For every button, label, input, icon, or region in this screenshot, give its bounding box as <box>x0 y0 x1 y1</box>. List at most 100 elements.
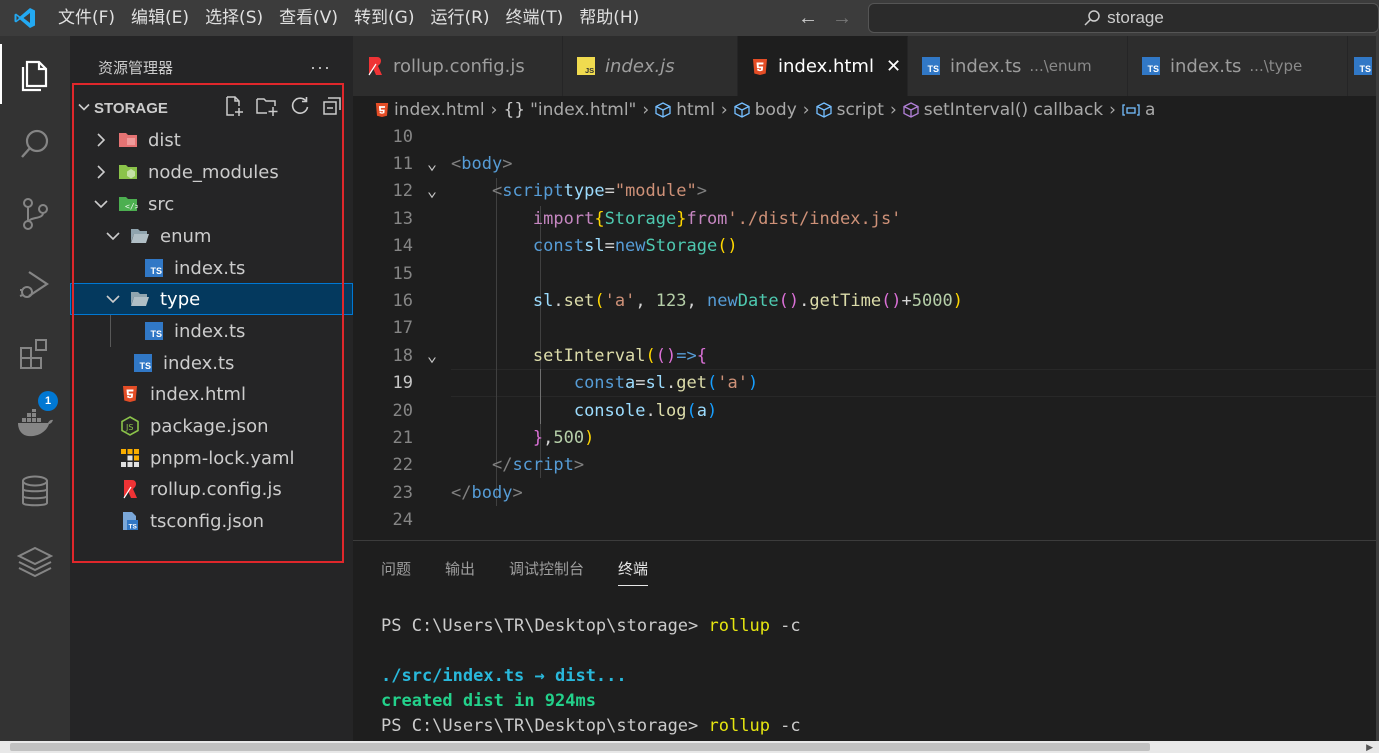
code-line: 20 console. log(a) <box>392 400 718 421</box>
menu-run[interactable]: 运行(R) <box>422 0 497 36</box>
tab-terminal[interactable]: 终端 <box>618 558 649 586</box>
menu-file[interactable]: 文件(F) <box>50 0 123 36</box>
title-bar: 文件(F) 编辑(E) 选择(S) 查看(V) 转到(G) 运行(R) 终端(T… <box>0 0 1379 36</box>
terminal-line: PS C:\Users\TR\Desktop\storage> rollup -… <box>381 716 801 736</box>
rollup-file-icon <box>367 56 383 76</box>
code-line: 10 <box>392 126 413 147</box>
html-file-icon <box>752 58 768 76</box>
breadcrumb-item[interactable]: html <box>676 100 715 120</box>
tab-label: rollup.config.js <box>393 55 525 77</box>
panel-tabs: 问题 输出 调试控制台 终端 <box>353 541 1379 595</box>
tab-index-js[interactable]: JS index.js <box>563 36 738 96</box>
command-center-search[interactable]: storage <box>868 3 1379 33</box>
forward-arrow-icon[interactable]: → <box>832 7 852 30</box>
chevron-right-icon: › <box>802 99 810 120</box>
tab-problems[interactable]: 问题 <box>381 558 411 579</box>
command-center-text: storage <box>1107 8 1164 27</box>
chevron-right-icon: › <box>720 99 728 120</box>
source-control-icon[interactable] <box>0 184 70 244</box>
code-line: 16 sl. set('a', 123, new Date(). getTime()… <box>392 291 963 312</box>
scroll-right-arrow-icon[interactable]: ▶ <box>1366 742 1373 753</box>
tab-output[interactable]: 输出 <box>445 558 475 579</box>
code-line: 11 ⌄ < body > <box>392 154 513 175</box>
element-cube-icon <box>655 101 671 118</box>
method-cube-icon <box>903 101 919 118</box>
menu-help[interactable]: 帮助(H) <box>571 0 647 36</box>
bottom-panel: 问题 输出 调试控制台 终端 PS C:\Users\TR\Desktop\st… <box>353 540 1379 741</box>
horizontal-scrollbar[interactable]: ▶ <box>0 741 1379 753</box>
code-line: 13 import { Storage } from './dist/index… <box>392 208 902 229</box>
search-icon <box>1084 10 1100 26</box>
code-line: 14 const sl = new Storage() <box>392 236 738 257</box>
breadcrumb-item[interactable]: script <box>837 100 884 120</box>
tab-label: index.ts <box>1170 55 1242 77</box>
breadcrumb: index.html › {} "index.html" › html › bo… <box>353 96 1379 123</box>
menu-go[interactable]: 转到(G) <box>346 0 422 36</box>
vscode-logo-icon <box>0 0 50 36</box>
editor-tabs: rollup.config.js JS index.js index.html … <box>353 36 1379 96</box>
tab-index-html[interactable]: index.html ✕ <box>738 36 908 96</box>
extensions-icon[interactable] <box>0 324 70 384</box>
explorer-icon[interactable] <box>0 44 70 104</box>
activity-bar: 1 <box>0 36 70 741</box>
code-line: 17 <box>392 318 413 339</box>
scrollbar-thumb[interactable] <box>10 743 1150 751</box>
code-line: 18 ⌄ setInterval(() => { <box>392 345 707 366</box>
menu-terminal[interactable]: 终端(T) <box>498 0 572 36</box>
element-cube-icon <box>815 101 832 118</box>
code-line: 24 <box>392 510 413 531</box>
docker-icon[interactable] <box>0 394 70 454</box>
code-editor[interactable]: 10 11 ⌄ < body > 12 ⌄ < script type = "module" > … <box>353 123 1379 539</box>
fold-chevron-icon[interactable]: ⌄ <box>413 154 451 174</box>
terminal-line: created dist in 924ms <box>381 691 596 711</box>
tab-description: ...\enum <box>1029 57 1092 75</box>
highlight-box <box>72 83 344 563</box>
menu-edit[interactable]: 编辑(E) <box>123 0 197 36</box>
more-actions-icon[interactable]: ··· <box>310 57 331 78</box>
tab-index-ts-type[interactable]: TS index.ts ...\type <box>1128 36 1348 96</box>
tab-debug-console[interactable]: 调试控制台 <box>509 558 584 579</box>
explorer-sidebar: 资源管理器 ··· STORAGE dist node_modules </> … <box>70 36 353 741</box>
code-line: 12 ⌄ < script type = "module" > <box>392 181 707 202</box>
tab-label: index.ts <box>950 55 1022 77</box>
breadcrumb-item[interactable]: "index.html" <box>530 100 636 120</box>
breadcrumb-item[interactable]: setInterval() callback <box>924 100 1103 120</box>
tab-description: ...\type <box>1249 57 1303 75</box>
fold-chevron-icon[interactable]: ⌄ <box>413 346 451 366</box>
breadcrumb-item[interactable]: a <box>1145 100 1155 120</box>
layers-icon[interactable] <box>0 532 70 592</box>
run-debug-icon[interactable] <box>0 254 70 314</box>
menu-view[interactable]: 查看(V) <box>271 0 346 36</box>
breadcrumb-item[interactable]: index.html <box>394 100 485 120</box>
terminal-line: ./src/index.ts → dist... <box>381 666 627 686</box>
javascript-file-icon: JS <box>577 57 595 75</box>
chevron-right-icon: › <box>490 99 498 120</box>
terminal-line: PS C:\Users\TR\Desktop\storage> rollup -… <box>381 616 801 636</box>
explorer-title: 资源管理器 <box>98 59 174 77</box>
tab-label: index.html <box>778 56 874 77</box>
tab-index-ts-enum[interactable]: TS index.ts ...\enum <box>908 36 1128 96</box>
code-line: 19 const a = sl. get('a') <box>392 373 759 394</box>
breadcrumb-item[interactable]: body <box>755 100 797 120</box>
code-line: 22 </script > <box>392 455 585 476</box>
fold-chevron-icon[interactable]: ⌄ <box>413 181 451 201</box>
close-icon[interactable]: ✕ <box>886 56 901 77</box>
chevron-right-icon: › <box>1109 99 1116 120</box>
code-line: 21 }, 500) <box>392 428 595 449</box>
tab-overflow[interactable]: TS <box>1348 36 1379 96</box>
typescript-file-icon: TS <box>1354 57 1372 75</box>
braces-icon: {} <box>503 99 526 120</box>
chevron-right-icon: › <box>889 99 897 120</box>
tab-label: index.js <box>605 55 675 77</box>
chevron-right-icon: › <box>642 99 650 120</box>
menu-selection[interactable]: 选择(S) <box>197 0 271 36</box>
typescript-file-icon: TS <box>1142 57 1160 75</box>
back-arrow-icon[interactable]: ← <box>798 7 818 30</box>
svg-text:JS: JS <box>585 66 594 75</box>
tab-rollup-config[interactable]: rollup.config.js <box>353 36 563 96</box>
database-icon[interactable] <box>0 462 70 522</box>
code-line: 23 </body > <box>392 482 523 503</box>
html-file-icon <box>375 102 389 118</box>
element-cube-icon <box>734 101 750 118</box>
search-icon[interactable] <box>0 114 70 174</box>
